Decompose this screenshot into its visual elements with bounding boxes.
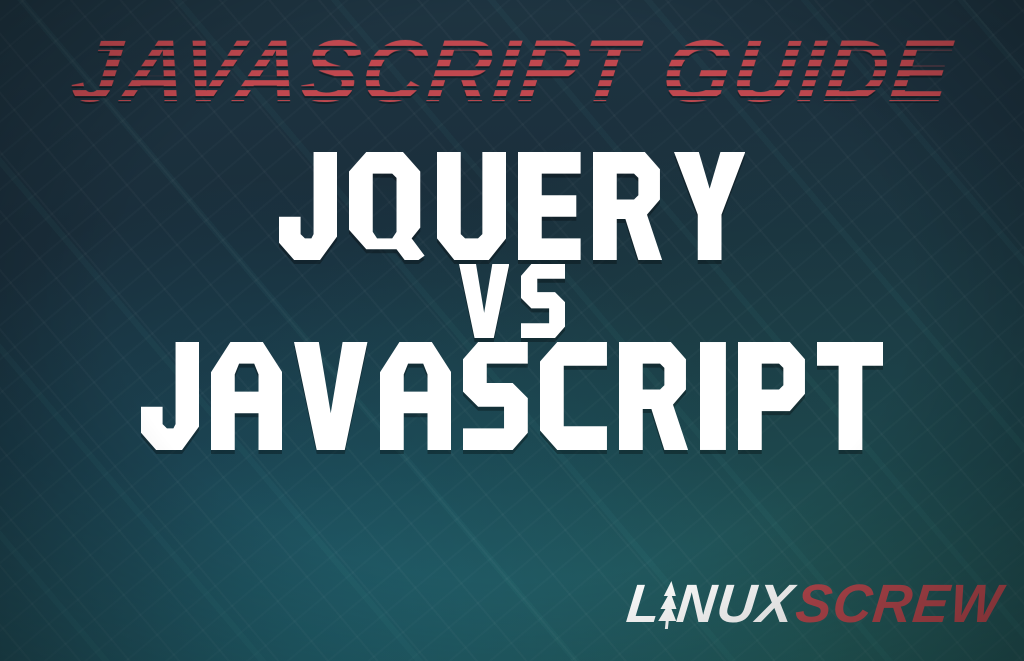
brand-logo: L NUX SCREW	[624, 573, 1006, 635]
glyph-T	[817, 342, 884, 450]
glyph-A	[380, 342, 451, 450]
glyph-R	[593, 152, 662, 260]
glyph-J	[141, 342, 199, 450]
glyph-C	[540, 342, 607, 450]
headline	[141, 152, 884, 450]
headline-line-1	[279, 152, 745, 260]
kicker-title: JAVASCRIPT GUIDE	[67, 20, 957, 122]
glyph-V	[459, 264, 509, 338]
logo-text-part2: NUX	[674, 573, 798, 635]
glyph-R	[619, 342, 688, 450]
glyph-I	[700, 342, 726, 450]
headline-line-2	[459, 264, 566, 338]
hero-banner: JAVASCRIPT GUIDE L NUX SCREW	[0, 0, 1024, 661]
glyph-Q	[349, 152, 425, 260]
headline-line-3	[141, 342, 884, 450]
glyph-S	[521, 264, 565, 338]
glyph-P	[738, 342, 805, 450]
content-stack: JAVASCRIPT GUIDE	[0, 0, 1024, 661]
glyph-J	[279, 152, 337, 260]
glyph-U	[437, 152, 506, 260]
glyph-A	[211, 342, 282, 450]
glyph-Y	[674, 152, 745, 260]
glyph-V	[294, 342, 367, 450]
glyph-S	[463, 342, 528, 450]
logo-text-part3: SCREW	[793, 573, 1006, 635]
glyph-E	[518, 152, 581, 260]
